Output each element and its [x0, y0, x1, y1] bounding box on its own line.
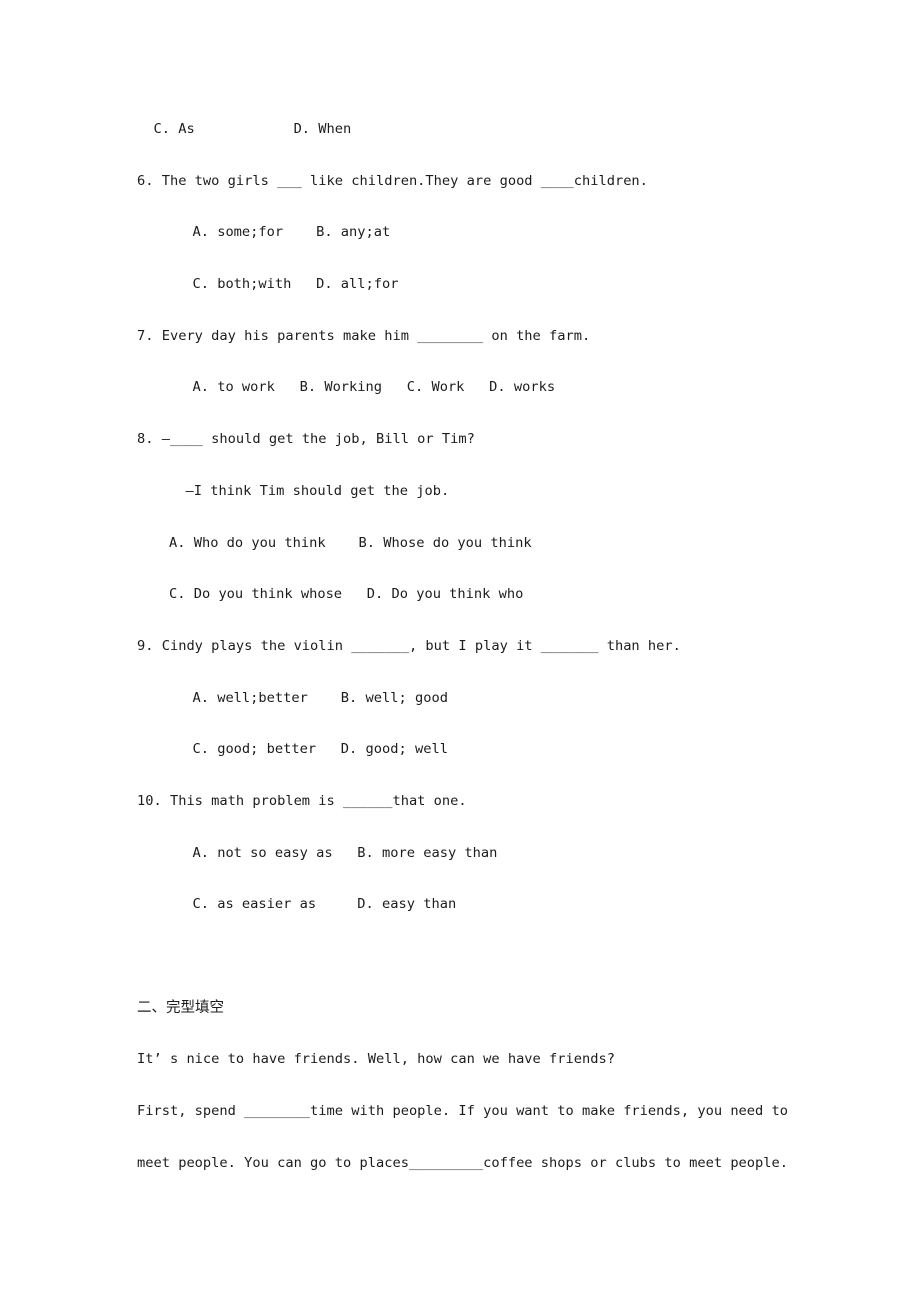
question-10-stem: 10. This math problem is ______that one. — [137, 792, 467, 809]
question-9-options-ab: A. well;better B. well; good — [176, 689, 448, 706]
passage-line-1: It’ s nice to have friends. Well, how ca… — [137, 1051, 615, 1068]
section-two-heading: 二、完型填空 — [137, 999, 224, 1016]
question-9-options-cd: C. good; better D. good; well — [176, 741, 448, 758]
question-10-options-ab: A. not so easy as B. more easy than — [176, 844, 498, 861]
question-8-options-cd: C. Do you think whose D. Do you think wh… — [169, 586, 524, 603]
question-6-options-ab: A. some;for B. any;at — [176, 224, 391, 241]
question-6-options-cd: C. both;with D. all;for — [176, 276, 399, 293]
document-body: C. As D. When 6. The two girls ___ like … — [137, 104, 837, 1189]
question-9-stem: 9. Cindy plays the violin _______, but I… — [137, 637, 681, 654]
worksheet-page: C. As D. When 6. The two girls ___ like … — [0, 0, 920, 1302]
question-6-stem: 6. The two girls ___ like children.They … — [137, 172, 648, 189]
question-8-dialogue-line: —I think Tim should get the job. — [169, 482, 450, 499]
question-10-options-cd: C. as easier as D. easy than — [176, 896, 457, 913]
question-8-options-ab: A. Who do you think B. Whose do you thin… — [169, 534, 532, 551]
passage-line-2: First, spend ________time with people. I… — [137, 1103, 789, 1120]
section-spacer: . — [137, 931, 837, 983]
question-7-stem: 7. Every day his parents make him ______… — [137, 327, 591, 344]
question-7-options-abcd: A. to work B. Working C. Work D. works — [176, 379, 556, 396]
passage-line-3: meet people. You can go to places_______… — [137, 1154, 789, 1171]
question-8-stem: 8. —____ should get the job, Bill or Tim… — [137, 431, 475, 448]
question-5-options-line: C. As D. When — [137, 121, 352, 137]
